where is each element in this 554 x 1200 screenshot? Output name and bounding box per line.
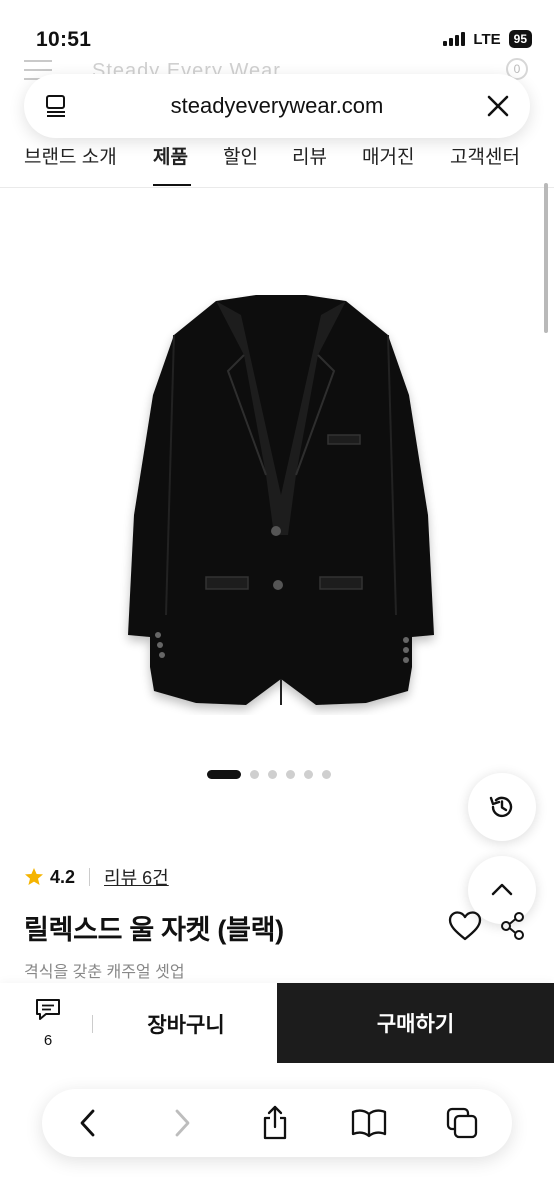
back-button[interactable] [68, 1103, 108, 1143]
browser-toolbar [0, 1065, 554, 1200]
review-count-link[interactable]: 리뷰 6건 [104, 864, 169, 890]
browser-toolbar-pill [42, 1089, 512, 1157]
url-text[interactable]: steadyeverywear.com [24, 93, 530, 119]
forward-button[interactable] [162, 1103, 202, 1143]
gallery-dot-4[interactable] [286, 770, 295, 779]
gallery-dot-5[interactable] [304, 770, 313, 779]
add-to-cart-button[interactable]: 장바구니 [95, 983, 277, 1065]
reader-icon[interactable] [44, 94, 68, 118]
inquiry-count: 6 [43, 1032, 53, 1049]
rating-value: 4.2 [50, 866, 76, 887]
status-time: 10:51 [36, 28, 92, 51]
status-bar: 10:51 LTE 95 [0, 0, 554, 64]
tab-brand-intro[interactable]: 브랜드 소개 [24, 142, 117, 169]
divider [92, 1015, 93, 1033]
product-title: 릴렉스드 울 자켓 (블랙) [24, 915, 284, 945]
tab-sale[interactable]: 할인 [223, 142, 258, 169]
close-icon[interactable] [484, 92, 512, 120]
status-indicators: LTE 95 [443, 30, 532, 48]
share-icon[interactable] [497, 910, 529, 942]
tab-reviews[interactable]: 리뷰 [292, 142, 327, 169]
share-sheet-button[interactable] [255, 1103, 295, 1143]
gallery-dot-1[interactable] [207, 770, 241, 779]
forward-icon [175, 1109, 190, 1137]
product-image-jacket[interactable] [116, 295, 446, 715]
chat-icon [36, 999, 60, 1020]
gallery-pager[interactable] [207, 770, 331, 779]
recently-viewed-button[interactable] [468, 773, 536, 841]
network-label: LTE [473, 30, 501, 48]
purchase-action-bar: 6 장바구니 구매하기 [0, 983, 554, 1065]
category-nav: 브랜드 소개 제품 할인 리뷰 매거진 고객센터 [0, 140, 554, 188]
tab-customer-center[interactable]: 고객센터 [450, 142, 520, 169]
url-bar[interactable]: steadyeverywear.com [24, 74, 530, 138]
gallery-dot-2[interactable] [250, 770, 259, 779]
tabs-icon [446, 1107, 478, 1139]
gallery-dot-3[interactable] [268, 770, 277, 779]
cart-count: 0 [513, 62, 521, 76]
gallery-dot-6[interactable] [322, 770, 331, 779]
product-subtitle: 격식을 갖춘 캐주얼 셋업 [24, 964, 185, 981]
arrow-up-icon [491, 883, 513, 896]
buy-now-button[interactable]: 구매하기 [277, 983, 554, 1063]
inquiry-button[interactable]: 6 [22, 997, 74, 1053]
share-sheet-icon [263, 1105, 287, 1140]
heart-icon[interactable] [447, 910, 483, 942]
signal-icon [443, 32, 466, 46]
battery-level: 95 [508, 30, 532, 48]
bookmarks-button[interactable] [349, 1103, 389, 1143]
history-icon [489, 796, 513, 818]
back-icon [80, 1109, 95, 1137]
tab-magazine[interactable]: 매거진 [362, 142, 414, 169]
divider [89, 868, 91, 886]
bookmarks-icon [351, 1109, 387, 1138]
rating-row: 4.2 리뷰 6건 [24, 864, 169, 890]
tabs-button[interactable] [442, 1103, 482, 1143]
active-tab-indicator [153, 184, 191, 186]
star-icon [25, 868, 43, 885]
scrollbar[interactable] [544, 183, 548, 333]
tab-products[interactable]: 제품 [153, 142, 188, 169]
